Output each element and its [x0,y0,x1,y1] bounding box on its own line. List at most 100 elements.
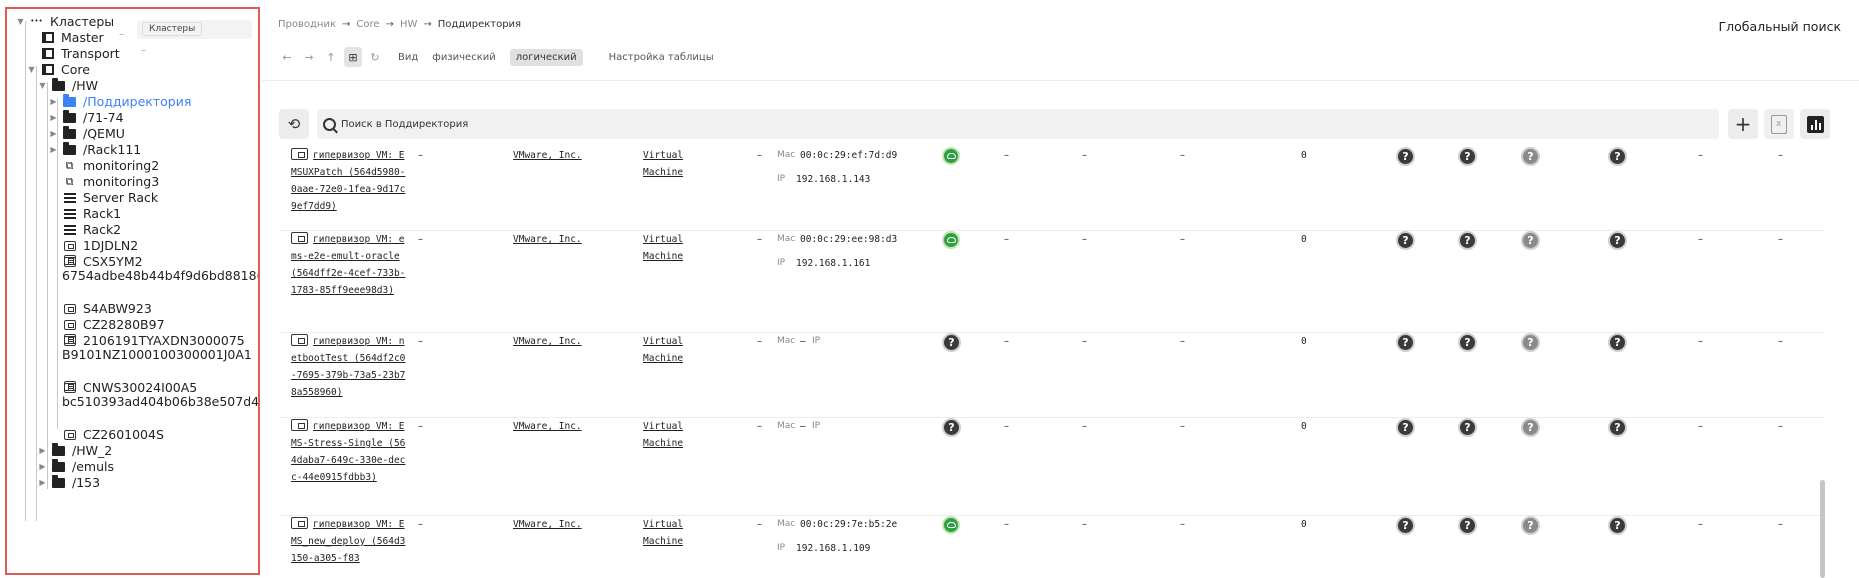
empty-value: – [1778,150,1783,161]
type-link[interactable]: Virtual Machine [643,147,693,181]
type-link[interactable]: Virtual Machine [643,418,693,452]
empty-value: – [1698,234,1703,245]
view-label: Вид [398,51,419,63]
vm-icon [291,419,308,431]
table-row[interactable] [280,147,1824,231]
ip-label: IP [777,174,786,184]
type-link[interactable]: Virtual Machine [643,333,693,367]
ip-value: 192.168.1.143 [796,174,871,185]
cloud-status-icon [942,516,960,534]
question-icon[interactable]: ? [1521,231,1540,250]
empty-value: – [1180,519,1185,530]
global-search-link[interactable]: Глобальный поиск [1719,19,1842,34]
empty-value: – [418,234,423,245]
question-icon[interactable]: ? [1608,147,1627,166]
vendor-link[interactable]: VMware, Inc. [513,418,593,435]
vm-icon [291,148,308,160]
device-name-cell: гипервизор VM: EMSUXPatch (564d5980-0aae… [291,147,409,215]
question-icon[interactable]: ? [1608,333,1627,352]
question-icon[interactable]: ? [1608,231,1627,250]
device-name-link[interactable]: гипервизор VM: ems-e2e-emult-oracle (564… [291,234,405,296]
back-icon[interactable]: ← [278,47,296,67]
device-name-link[interactable]: гипервизор VM: EMS-Stress-Single (564dab… [291,421,405,483]
question-icon[interactable]: ? [1396,418,1415,437]
forward-icon[interactable]: → [300,47,318,67]
history-button[interactable]: ⟲ [279,109,309,139]
cloud-status-icon [942,147,960,165]
rack-icon [62,191,77,204]
breadcrumb-item-explorer[interactable]: Проводник [278,19,336,30]
question-icon[interactable]: ? [1458,516,1477,535]
ip-label: IP [777,258,786,268]
caret-down-icon[interactable]: ▼ [38,76,47,95]
view-physical-tab[interactable]: физический [426,49,501,66]
search-bar [317,109,1719,139]
tree-toggle-icon[interactable]: ⊞ [344,47,362,67]
mac-label: Mac [777,150,796,160]
view-logical-tab[interactable]: логический [509,48,583,66]
chart-button[interactable] [1800,109,1830,139]
tree-item-label: B9101NZ1000100300001J0A1 [62,347,252,362]
device-name-link[interactable]: гипервизор VM: netbootTest (564df2c0-769… [291,336,405,398]
breadcrumb-item-hw[interactable]: HW [400,19,417,30]
device-name-link[interactable]: гипервизор VM: EMSUXPatch (564d5980-0aae… [291,150,405,212]
vm-icon [62,253,77,266]
breadcrumb-item-current: Поддиректория [437,19,522,30]
question-icon[interactable]: ? [1396,333,1415,352]
question-icon[interactable]: ? [1521,516,1540,535]
type-link[interactable]: Virtual Machine [643,516,693,550]
table-row[interactable] [280,516,1824,578]
table-settings-button[interactable]: Настройка таблицы [609,52,714,63]
question-icon[interactable]: ? [1458,418,1477,437]
type-link[interactable]: Virtual Machine [643,231,693,265]
empty-value: – [757,421,762,432]
tree-item-label: 6754adbe48b44b4f9d6bd88186 [62,268,260,283]
question-icon[interactable]: ? [1608,418,1627,437]
empty-value: – [757,234,762,245]
question-icon[interactable]: ? [1521,418,1540,437]
empty-value: – [1082,150,1087,161]
refresh-icon[interactable]: ↻ [366,47,384,67]
question-icon[interactable]: ? [1458,147,1477,166]
question-icon[interactable]: ? [1458,231,1477,250]
device-name-link[interactable]: гипервизор VM: EMS_new_deploy (564d3150-… [291,519,405,564]
question-icon[interactable]: ? [1608,516,1627,535]
vendor-link[interactable]: VMware, Inc. [513,231,593,248]
device-name-cell: гипервизор VM: netbootTest (564df2c0-769… [291,333,409,401]
vendor-link[interactable]: VMware, Inc. [513,516,593,533]
vendor-link[interactable]: VMware, Inc. [513,333,593,350]
tree-guide-line [36,66,37,521]
vendor-link[interactable]: VMware, Inc. [513,147,593,164]
question-icon[interactable]: ? [1521,333,1540,352]
ip-label: IP [777,543,786,553]
vm-icon [62,302,77,315]
table-row[interactable] [280,418,1824,516]
table-row[interactable] [280,231,1824,333]
question-icon[interactable]: ? [1458,333,1477,352]
caret-right-icon[interactable]: ▶ [38,473,47,492]
tree-item[interactable]: ▶6754adbe48b44b4f9d6bd88186 [62,253,260,285]
arrow-right-icon: → [423,19,432,30]
tree-item[interactable]: ▶bc510393ad404b06b38e507d4l [62,379,258,411]
breadcrumb: Проводник → Core → HW → Поддиректория [278,19,521,30]
mac-value: – [800,421,806,432]
question-icon[interactable]: ? [1521,147,1540,166]
caret-down-icon[interactable]: ▼ [27,60,36,79]
tree-item[interactable]: ▶ /153 [38,473,100,492]
mac-value: – [800,336,806,347]
question-icon[interactable]: ? [1396,516,1415,535]
empty-value: – [1082,421,1087,432]
tree-item[interactable]: ▶B9101NZ1000100300001J0A1 [62,332,252,364]
table-row[interactable] [280,333,1824,418]
table-scrollbar[interactable] [1820,480,1825,578]
caret-down-icon[interactable]: ▼ [16,12,25,31]
empty-value: – [1778,519,1783,530]
empty-value: – [757,336,762,347]
breadcrumb-item-core[interactable]: Core [356,19,379,30]
question-icon[interactable]: ? [1396,147,1415,166]
export-excel-button[interactable] [1764,109,1794,139]
search-input[interactable] [341,118,1641,130]
add-button[interactable]: + [1728,109,1758,139]
up-icon[interactable]: ↑ [322,47,340,67]
question-icon[interactable]: ? [1396,231,1415,250]
